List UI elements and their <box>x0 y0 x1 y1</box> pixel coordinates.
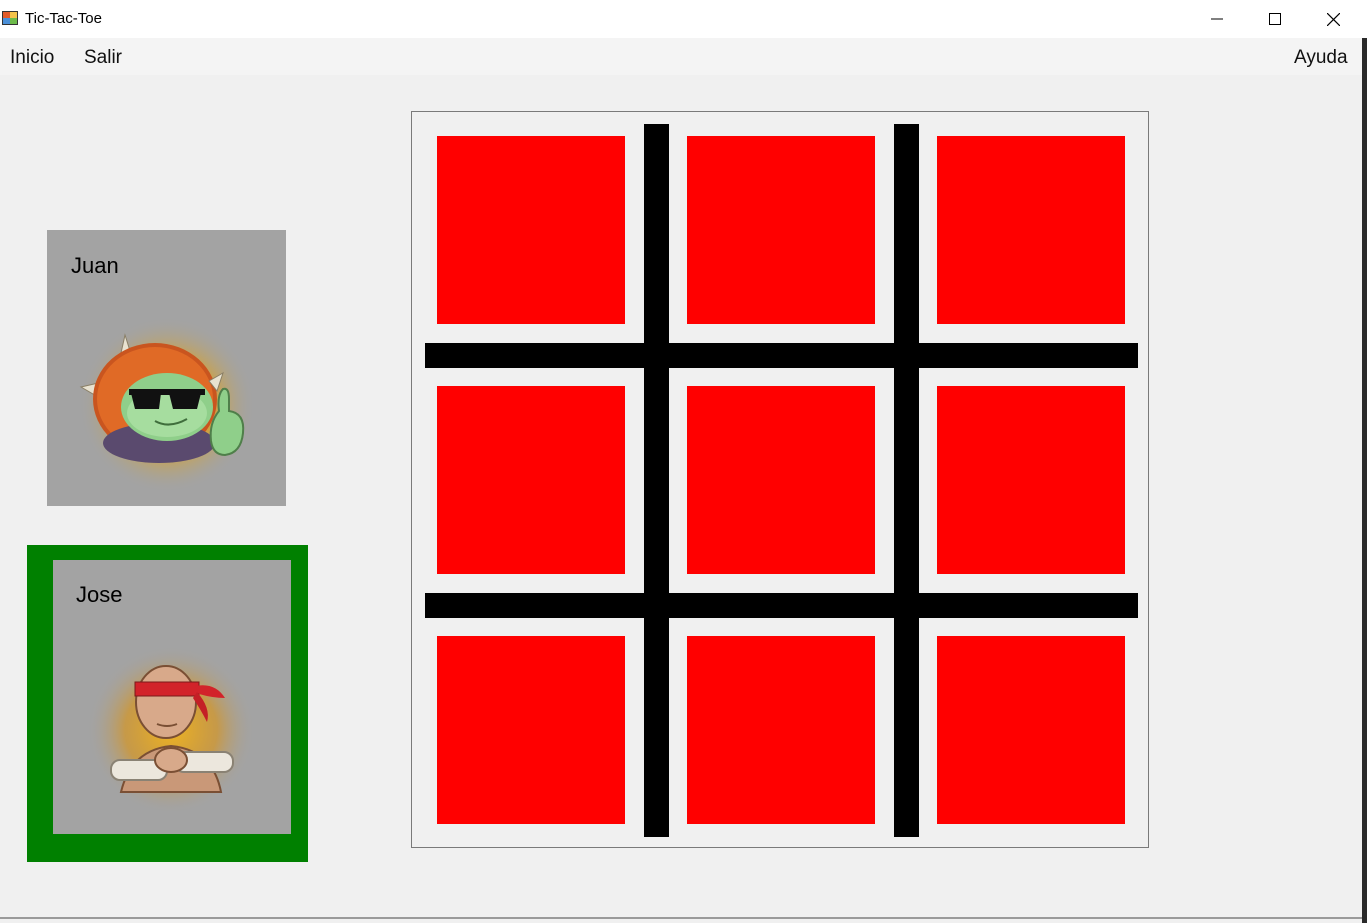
minimize-icon <box>1211 18 1223 20</box>
board-cell[interactable] <box>687 136 875 324</box>
player-card-jose: Jose <box>53 560 291 834</box>
board-cell[interactable] <box>687 386 875 574</box>
grid-line-horizontal <box>425 343 1138 368</box>
blindfolded-monk-icon <box>87 646 255 812</box>
game-board <box>411 111 1149 848</box>
menu-salir[interactable]: Salir <box>84 47 122 69</box>
board-cell[interactable] <box>937 386 1125 574</box>
turtle-with-sunglasses-thumbs-up-icon <box>79 317 255 493</box>
player-card-juan: Juan <box>47 230 286 506</box>
bottom-border <box>0 917 1362 919</box>
board-cell[interactable] <box>437 636 625 824</box>
title-bar: Tic-Tac-Toe <box>0 0 1367 38</box>
grid-line-horizontal <box>425 593 1138 618</box>
menu-bar: Inicio Salir Ayuda <box>0 38 1367 75</box>
grid-line-vertical <box>894 124 919 837</box>
maximize-button[interactable] <box>1246 0 1304 38</box>
close-icon <box>1326 12 1340 26</box>
board-cell[interactable] <box>937 136 1125 324</box>
menu-ayuda[interactable]: Ayuda <box>1294 47 1348 69</box>
menu-inicio[interactable]: Inicio <box>10 47 54 69</box>
close-button[interactable] <box>1304 0 1362 38</box>
board-cell[interactable] <box>437 386 625 574</box>
board-cell[interactable] <box>437 136 625 324</box>
app-icon <box>2 11 18 25</box>
player-name: Jose <box>76 582 123 607</box>
maximize-icon <box>1269 13 1281 25</box>
grid-line-vertical <box>644 124 669 837</box>
player-name: Juan <box>71 253 119 278</box>
window-edge <box>1362 38 1367 923</box>
board-cell[interactable] <box>687 636 875 824</box>
window-title: Tic-Tac-Toe <box>25 10 102 27</box>
board-cell[interactable] <box>937 636 1125 824</box>
minimize-button[interactable] <box>1188 0 1246 38</box>
